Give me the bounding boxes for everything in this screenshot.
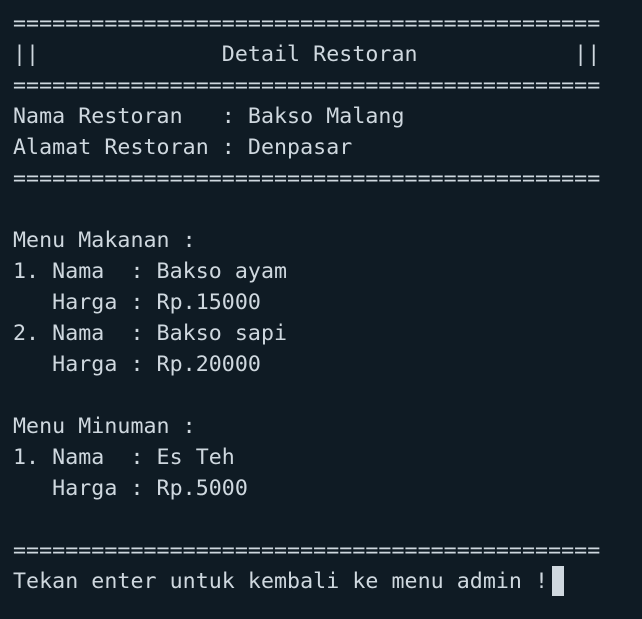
food-item-price: Harga : Rp.20000 bbox=[13, 352, 261, 377]
return-prompt: Tekan enter untuk kembali ke menu admin … bbox=[13, 569, 549, 594]
header-title: || Detail Restoran || bbox=[13, 42, 601, 67]
details-rule: ========================================… bbox=[13, 166, 601, 191]
restaurant-name: Nama Restoran : Bakso Malang bbox=[13, 104, 405, 129]
drink-item-name: 1. Nama : Es Teh bbox=[13, 445, 235, 470]
header-top-rule: ========================================… bbox=[13, 11, 601, 36]
food-item-name: 1. Nama : Bakso ayam bbox=[13, 259, 288, 284]
prompt-line[interactable]: Tekan enter untuk kembali ke menu admin … bbox=[13, 566, 642, 597]
drink-menu-heading: Menu Minuman : bbox=[13, 414, 196, 439]
food-menu-heading: Menu Makanan : bbox=[13, 228, 196, 253]
food-item-name: 2. Nama : Bakso sapi bbox=[13, 321, 288, 346]
terminal-window: ========================================… bbox=[0, 0, 642, 619]
drink-item-price: Harga : Rp.5000 bbox=[13, 476, 248, 501]
restaurant-address: Alamat Restoran : Denpasar bbox=[13, 135, 353, 160]
header-bottom-rule: ========================================… bbox=[13, 73, 601, 98]
food-item-price: Harga : Rp.15000 bbox=[13, 290, 261, 315]
footer-rule: ========================================… bbox=[13, 538, 601, 563]
text-cursor[interactable] bbox=[552, 566, 565, 596]
